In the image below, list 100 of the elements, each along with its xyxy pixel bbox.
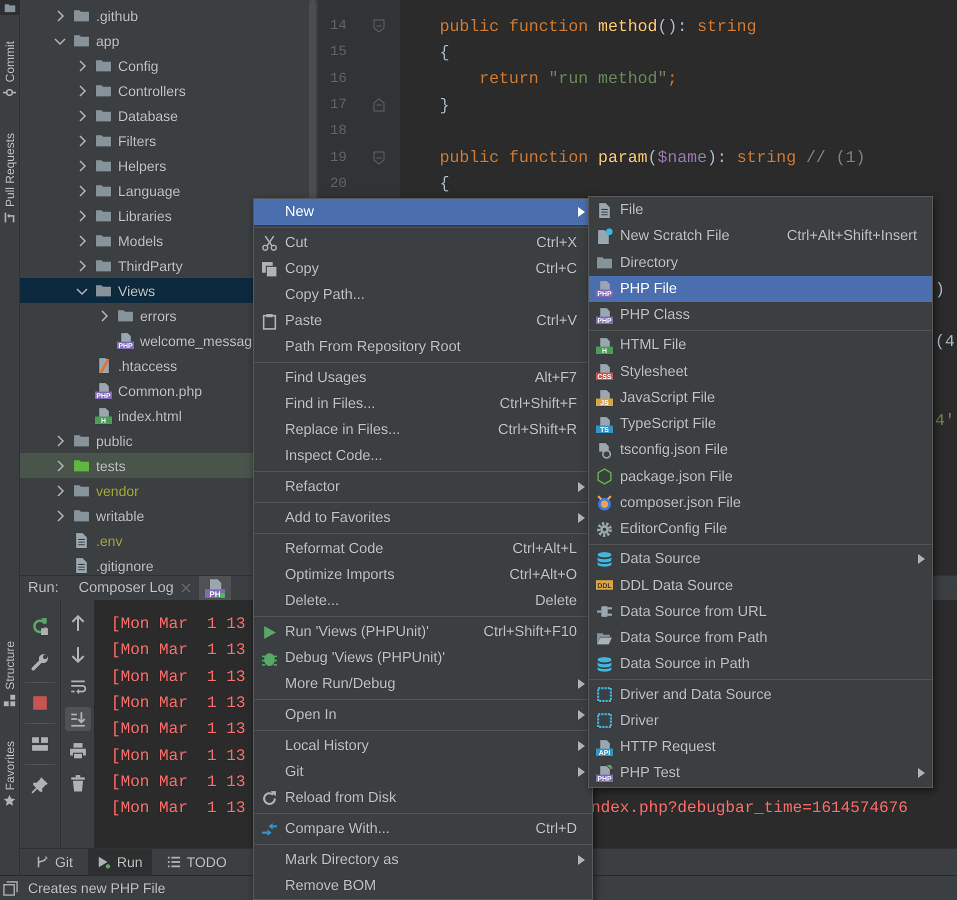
database-icon (596, 550, 613, 568)
star-icon (3, 794, 16, 807)
tool-tab[interactable]: Git (26, 849, 82, 875)
menu-item[interactable]: Delete... Delete (254, 588, 592, 614)
pull-request-icon (3, 211, 16, 224)
console-line: [Mon Mar 1 13 (111, 720, 246, 738)
code-text: (4 (935, 332, 955, 352)
tree-item[interactable]: .github (20, 3, 318, 28)
folder-icon (95, 157, 112, 174)
menu-item[interactable]: Local History (254, 733, 592, 759)
folder-icon (73, 507, 90, 524)
windows-icon[interactable] (3, 880, 18, 896)
menu-item[interactable]: Add to Favorites (254, 505, 592, 531)
file-icon (596, 202, 613, 219)
tree-item[interactable]: Database (20, 103, 318, 128)
structure-icon (3, 694, 16, 707)
menu-item[interactable]: Mark Directory as (254, 847, 592, 873)
status-text: Creates new PHP File (28, 880, 166, 896)
menu-item[interactable]: Paste Ctrl+V (254, 308, 592, 334)
shortcut-text: Ctrl+Alt+O (509, 567, 577, 583)
menu-item[interactable]: Path From Repository Root (254, 334, 592, 360)
soft-wrap-icon (68, 678, 86, 696)
folder-icon (95, 107, 112, 124)
project-button[interactable] (0, 0, 20, 15)
layout-icon (31, 735, 49, 753)
tab[interactable]: Composer Log (78, 576, 199, 600)
folder-icon (596, 254, 613, 272)
menu-item[interactable]: Reload from Disk (254, 785, 592, 811)
folder-icon (95, 132, 112, 149)
menu-item[interactable]: Find in Files... Ctrl+Shift+F (254, 391, 592, 417)
folder-icon (95, 57, 112, 74)
menu-item[interactable]: Git (254, 759, 592, 785)
menu-item[interactable]: More Run/Debug (254, 671, 592, 697)
menu-item[interactable]: EditorConfig File (589, 516, 932, 542)
menu-item[interactable]: Data Source from URL (589, 598, 932, 625)
printer-icon (68, 742, 86, 760)
menu-item[interactable]: Compare With... Ctrl+D (254, 816, 592, 842)
scrollbar[interactable] (309, 0, 316, 200)
tool-window-button[interactable]: Favorites (2, 736, 16, 811)
tree-item[interactable]: Filters (20, 128, 318, 153)
shortcut-text: Alt+F7 (534, 370, 577, 386)
clipboard-icon (261, 312, 278, 330)
database-icon (596, 656, 613, 673)
console-line: [Mon Mar 1 13 (111, 799, 246, 818)
pin-icon (31, 776, 49, 794)
tree-item[interactable]: Helpers (20, 153, 318, 178)
folder-icon (95, 82, 112, 99)
console-line: [Mon Mar 1 13 (111, 694, 246, 712)
menu-item[interactable]: composer.json File (589, 490, 932, 516)
tree-item[interactable]: app (20, 28, 318, 53)
code-text: ) (935, 280, 945, 299)
menu-item[interactable]: Data Source (589, 546, 932, 572)
menu-item[interactable]: Driver (589, 708, 932, 734)
scratch-file-icon (596, 228, 613, 245)
shortcut-text: Ctrl+V (536, 313, 577, 329)
play-icon (261, 624, 278, 640)
menu-item[interactable]: tsconfig.json File (589, 437, 932, 464)
menu-item[interactable]: Refactor (254, 474, 592, 500)
menu-item[interactable]: File (589, 197, 932, 224)
menu-item[interactable]: Debug 'Views (PHPUnit)' (254, 645, 592, 671)
shortcut-text: Ctrl+Alt+Shift+Insert (786, 228, 917, 244)
menu-item[interactable]: Optimize Imports Ctrl+Alt+O (254, 562, 592, 588)
menu-item[interactable]: Driver and Data Source (589, 682, 932, 708)
menu-item[interactable]: Cut Ctrl+X (254, 230, 592, 256)
code-line: return "run method"; (478, 69, 678, 88)
tool-window-button[interactable]: Pull Requests (2, 129, 16, 228)
tool-tab[interactable]: TODO (158, 849, 236, 875)
hexagon-icon (596, 468, 613, 486)
menu-item[interactable]: Find Usages Alt+F7 (254, 365, 592, 391)
menu-item[interactable]: Remove BOM (254, 873, 592, 899)
menu-item[interactable]: package.json File (589, 464, 932, 490)
branch-icon (35, 855, 49, 869)
menu-item[interactable]: Directory (589, 250, 932, 276)
driver-icon (596, 686, 613, 704)
tool-window-button[interactable]: Commit (2, 37, 16, 104)
folder-icon (4, 2, 16, 14)
folder-icon (117, 307, 134, 324)
shortcut-text: Ctrl+D (536, 821, 577, 837)
folder-icon (95, 207, 112, 224)
menu-item[interactable]: Open In (254, 702, 592, 728)
menu-item[interactable]: Run 'Views (PHPUnit)' Ctrl+Shift+F10 (254, 619, 592, 645)
shortcut-text: Delete (535, 593, 577, 609)
shortcut-text: Ctrl+Shift+F10 (484, 624, 577, 640)
list-icon (166, 855, 181, 869)
run-icon (96, 855, 111, 869)
tool-window-button[interactable]: Structure (2, 636, 16, 711)
folder-icon (73, 482, 90, 499)
shortcut-text: Ctrl+Shift+R (498, 422, 577, 438)
menu-item[interactable]: Data Source in Path (589, 651, 932, 678)
wrench-icon (31, 653, 49, 671)
tab[interactable]: PH (198, 576, 231, 600)
menu-item[interactable]: Data Source from Path (589, 625, 932, 652)
toolbar-button[interactable] (64, 707, 90, 731)
menu-item[interactable]: Replace in Files... Ctrl+Shift+R (254, 417, 592, 443)
menu-item[interactable]: Reformat Code Ctrl+Alt+L (254, 536, 592, 562)
tool-tab[interactable]: Run (88, 849, 152, 875)
folder-icon (95, 282, 112, 299)
menu-item[interactable]: New Scratch File Ctrl+Alt+Shift+Insert (589, 223, 932, 250)
tree-item[interactable]: Controllers (20, 78, 318, 103)
tree-item[interactable]: Config (20, 53, 318, 78)
